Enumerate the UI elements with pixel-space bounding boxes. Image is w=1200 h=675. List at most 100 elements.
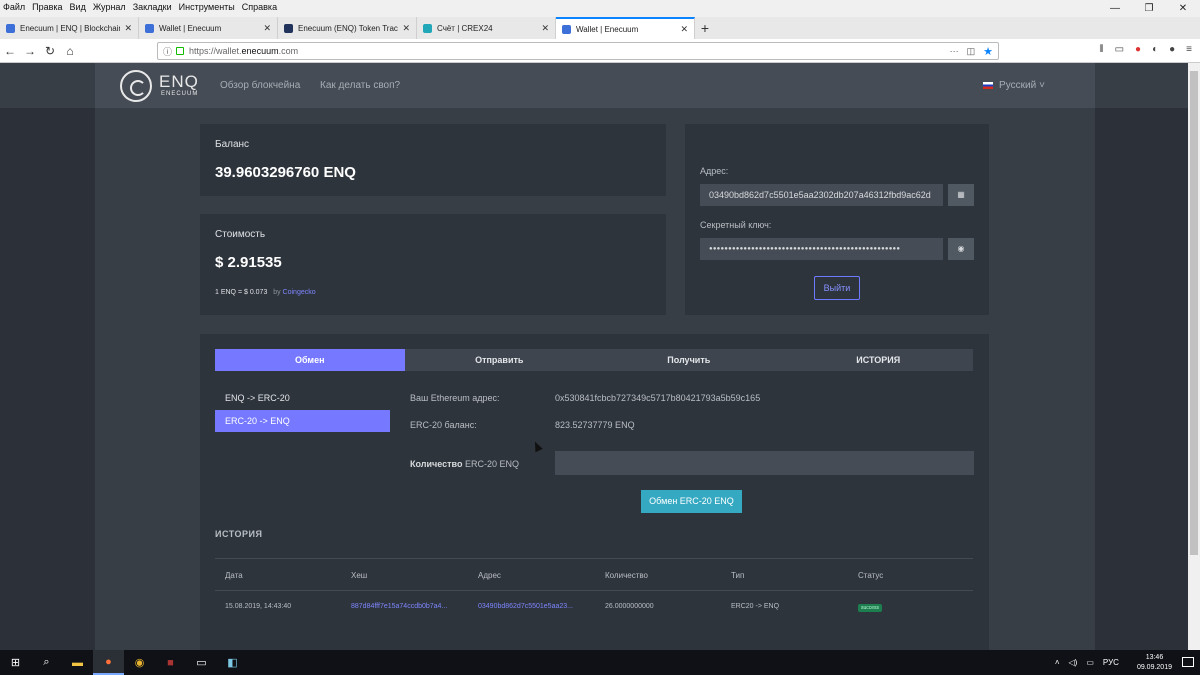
account-panel: Адрес: 03490bd862d7c5501e5aa2302db207a46… bbox=[685, 124, 989, 315]
tab-send[interactable]: Отправить bbox=[405, 349, 595, 371]
notepad-icon[interactable]: ◧ bbox=[217, 650, 248, 675]
restore-button[interactable]: ❐ bbox=[1132, 0, 1166, 17]
home-icon[interactable]: ⌂ bbox=[60, 44, 80, 58]
balance-label: Баланс bbox=[215, 139, 250, 150]
more-actions-icon[interactable]: ··· bbox=[950, 46, 959, 56]
pocket-icon[interactable]: ◫ bbox=[967, 46, 976, 57]
menu-view[interactable]: Вид bbox=[70, 2, 86, 12]
terminal-icon[interactable]: ▭ bbox=[186, 650, 217, 675]
cost-value: $ 2.91535 bbox=[215, 254, 282, 271]
nav-how-to-swap[interactable]: Как делать своп? bbox=[320, 80, 400, 91]
menu-file[interactable]: Файл bbox=[3, 2, 25, 12]
file-explorer-icon[interactable]: ▬ bbox=[62, 650, 93, 675]
scrollbar-thumb[interactable] bbox=[1190, 71, 1198, 555]
amount-label: Количество ERC-20 ENQ bbox=[410, 459, 519, 469]
swap-submit-button[interactable]: Обмен ERC-20 ENQ bbox=[641, 490, 742, 513]
swap-option-enq-to-erc20[interactable]: ENQ -> ERC-20 bbox=[215, 387, 390, 409]
firefox-icon[interactable]: ● bbox=[93, 650, 124, 675]
menu-bar: Файл Правка Вид Журнал Закладки Инструме… bbox=[0, 0, 1200, 14]
sidebar-icon[interactable]: ▭ bbox=[1115, 44, 1124, 55]
row-date: 15.08.2019, 14:43:40 bbox=[225, 603, 292, 610]
lock-icon[interactable] bbox=[176, 47, 185, 55]
nav-blockchain-explorer[interactable]: Обзор блокчейна bbox=[220, 80, 300, 91]
page-scrollbar[interactable] bbox=[1188, 63, 1200, 650]
chrome-icon[interactable]: ◉ bbox=[124, 650, 155, 675]
back-icon[interactable]: ← bbox=[0, 44, 20, 58]
windows-start-icon[interactable]: ⊞ bbox=[0, 650, 31, 675]
tab-history[interactable]: ИСТОРИЯ bbox=[784, 349, 974, 371]
extension-icon[interactable]: ◐ bbox=[1152, 44, 1158, 55]
search-icon[interactable]: ⌕ bbox=[31, 650, 62, 675]
adblock-icon[interactable]: ● bbox=[1135, 44, 1141, 55]
menu-help[interactable]: Справка bbox=[242, 2, 277, 12]
coingecko-link[interactable]: Coingecko bbox=[283, 289, 316, 296]
tray-chevron-icon[interactable]: ˄ bbox=[1055, 658, 1060, 667]
close-tab-icon[interactable]: ✕ bbox=[541, 23, 549, 34]
column-amount: Количество bbox=[605, 571, 648, 580]
column-address: Адрес bbox=[478, 571, 501, 580]
swap-option-erc20-to-enq[interactable]: ERC-20 -> ENQ bbox=[215, 410, 390, 432]
status-badge: success bbox=[858, 604, 883, 612]
favicon-icon bbox=[6, 23, 15, 33]
library-icon[interactable]: ⫴ bbox=[1099, 44, 1103, 55]
hide-secret-eye-icon[interactable]: ◉ bbox=[948, 238, 974, 260]
close-tab-icon[interactable]: ✕ bbox=[124, 23, 132, 34]
tab-title: Enecuum (ENQ) Token Tracker bbox=[298, 23, 399, 33]
info-icon[interactable]: ⓘ bbox=[163, 45, 172, 58]
close-window-button[interactable]: ✕ bbox=[1166, 0, 1200, 17]
menu-edit[interactable]: Правка bbox=[32, 2, 62, 12]
tab-title: Счёт | CREX24 bbox=[437, 23, 493, 33]
close-tab-icon[interactable]: ✕ bbox=[263, 23, 271, 34]
close-tab-icon[interactable]: ✕ bbox=[402, 23, 410, 34]
minimize-button[interactable]: — bbox=[1098, 0, 1132, 17]
amount-input[interactable] bbox=[555, 451, 974, 475]
clock[interactable]: 13:46 09.09.2019 bbox=[1128, 653, 1172, 673]
reload-icon[interactable]: ↻ bbox=[40, 44, 60, 58]
qr-code-icon[interactable]: ▦ bbox=[948, 184, 974, 206]
erc-balance-label: ERC-20 баланс: bbox=[410, 420, 477, 430]
column-hash: Хеш bbox=[351, 571, 368, 580]
enecuum-logo-icon[interactable] bbox=[120, 70, 152, 102]
close-tab-icon[interactable]: ✕ bbox=[680, 24, 688, 35]
favicon-icon bbox=[284, 23, 293, 33]
row-address-link[interactable]: 03490bd862d7c5501e5aa23... bbox=[478, 603, 573, 610]
row-hash-link[interactable]: 887d84fff7e15a74ccdb0b7a4... bbox=[351, 603, 447, 610]
blurred-app-icon[interactable]: ■ bbox=[155, 650, 186, 675]
new-tab-button[interactable]: + bbox=[695, 17, 715, 39]
system-tray: ˄ ◁) ▭ РУС 13:46 09.09.2019 bbox=[1046, 650, 1172, 675]
site-header: ENQ ENECUUM Обзор блокчейна Как делать с… bbox=[95, 63, 1095, 108]
browser-tab[interactable]: Enecuum (ENQ) Token Tracker ✕ bbox=[278, 17, 417, 39]
menu-icon[interactable]: ≡ bbox=[1186, 44, 1192, 55]
notifications-icon[interactable] bbox=[1182, 657, 1194, 667]
column-date: Дата bbox=[225, 571, 243, 580]
menu-bookmarks[interactable]: Закладки bbox=[133, 2, 172, 12]
tab-swap[interactable]: Обмен bbox=[215, 349, 405, 371]
forward-icon[interactable]: → bbox=[20, 44, 40, 58]
input-language[interactable]: РУС bbox=[1103, 658, 1119, 667]
url-text: https://wallet.enecuum.com bbox=[189, 46, 299, 56]
secret-key-label: Секретный ключ: bbox=[700, 220, 772, 230]
network-icon[interactable]: ▭ bbox=[1086, 658, 1094, 667]
bookmark-star-icon[interactable]: ★ bbox=[983, 45, 993, 58]
tab-receive[interactable]: Получить bbox=[594, 349, 784, 371]
language-select[interactable]: Русский ˅ bbox=[983, 80, 1045, 91]
tab-title: Wallet | Enecuum bbox=[159, 23, 222, 33]
history-divider bbox=[215, 558, 973, 559]
browser-tab-active[interactable]: Wallet | Enecuum ✕ bbox=[556, 17, 695, 39]
secret-key-field[interactable]: ●●●●●●●●●●●●●●●●●●●●●●●●●●●●●●●●●●●●●●●●… bbox=[700, 238, 943, 260]
volume-icon[interactable]: ◁) bbox=[1069, 658, 1078, 667]
browser-tab[interactable]: Wallet | Enecuum ✕ bbox=[139, 17, 278, 39]
menu-history[interactable]: Журнал bbox=[93, 2, 126, 12]
row-type: ERC20 -> ENQ bbox=[731, 603, 780, 610]
window-controls: — ❐ ✕ bbox=[1098, 0, 1200, 17]
logout-button[interactable]: Выйти bbox=[814, 276, 860, 300]
url-bar[interactable]: ⓘ https://wallet.enecuum.com ··· ◫ ★ bbox=[157, 42, 999, 60]
toolbar-extensions: ⫴ ▭ ● ◐ ● ≡ bbox=[1088, 44, 1192, 55]
menu-tools[interactable]: Инструменты bbox=[179, 2, 235, 12]
account-icon[interactable]: ● bbox=[1169, 44, 1175, 55]
address-label: Адрес: bbox=[700, 166, 729, 176]
browser-tab[interactable]: Счёт | CREX24 ✕ bbox=[417, 17, 556, 39]
address-field[interactable]: 03490bd862d7c5501e5aa2302db207a46312fbd9… bbox=[700, 184, 943, 206]
balance-value: 39.9603296760 ENQ bbox=[215, 164, 356, 181]
browser-tab[interactable]: Enecuum | ENQ | Blockchain of✕ bbox=[0, 17, 139, 39]
